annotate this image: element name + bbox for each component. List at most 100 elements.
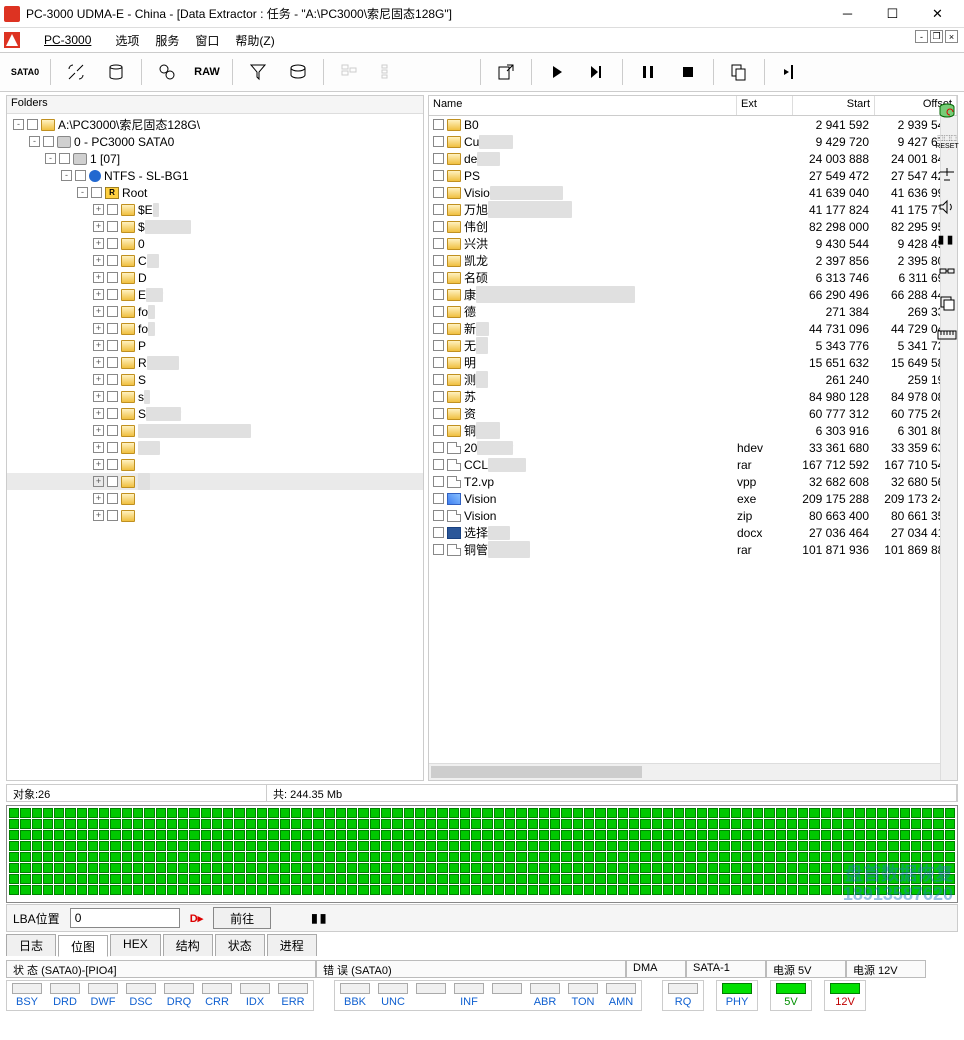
checkbox[interactable] (59, 153, 70, 164)
list-item[interactable]: 资 60 777 31260 775 264 (429, 405, 957, 422)
reset-button[interactable]: ⬚⬚⬚RESET (936, 132, 958, 154)
tab-进程[interactable]: 进程 (267, 934, 317, 956)
file-list[interactable]: B0 2 941 5922 939 544Cu 703249 429 7209 … (429, 116, 957, 763)
tab-结构[interactable]: 结构 (163, 934, 213, 956)
tree-row[interactable]: +fo 0 (7, 303, 423, 320)
tree-row[interactable]: +R Demo (7, 354, 423, 371)
col-name[interactable]: Name (429, 96, 737, 115)
checkbox[interactable] (107, 408, 118, 419)
list-item[interactable]: 德 271 384269 336 (429, 303, 957, 320)
checkbox[interactable] (433, 238, 444, 249)
checkbox[interactable] (107, 340, 118, 351)
menu-options[interactable]: 选项 (107, 30, 147, 51)
checkbox[interactable] (433, 255, 444, 266)
tree-row[interactable]: +0 (7, 235, 423, 252)
checkbox[interactable] (433, 357, 444, 368)
checkbox[interactable] (433, 170, 444, 181)
checkbox[interactable] (433, 187, 444, 198)
tree-row[interactable]: +D (7, 269, 423, 286)
checkbox[interactable] (107, 272, 118, 283)
checkbox[interactable] (107, 323, 118, 334)
mdi-restore[interactable]: ❐ (930, 30, 943, 43)
expand-toggle[interactable]: + (93, 255, 104, 266)
tree-row[interactable]: -NTFS - SL-BG1 (7, 167, 423, 184)
tree-row[interactable]: +s y (7, 388, 423, 405)
list-item[interactable]: 铜管 高度.rarrar101 871 936101 869 888 (429, 541, 957, 558)
tab-日志[interactable]: 日志 (6, 934, 56, 956)
checkbox[interactable] (107, 306, 118, 317)
expand-toggle[interactable]: + (93, 204, 104, 215)
tree-row[interactable]: + n Volume Information (7, 422, 423, 439)
checkbox[interactable] (91, 187, 102, 198)
checkbox[interactable] (107, 204, 118, 215)
list-item[interactable]: de ning24 003 88824 001 840 (429, 150, 957, 167)
menu-service[interactable]: 服务 (147, 30, 187, 51)
expand-toggle[interactable]: + (93, 374, 104, 385)
list-item[interactable]: 20 2.hdevhdev33 361 68033 359 632 (429, 439, 957, 456)
checkbox[interactable] (433, 544, 444, 555)
list-item[interactable]: 伟创 82 298 00082 295 952 (429, 218, 957, 235)
expand-toggle[interactable]: + (93, 221, 104, 232)
checkbox[interactable] (433, 527, 444, 538)
checkbox[interactable] (433, 374, 444, 385)
expand-toggle[interactable]: + (93, 323, 104, 334)
tree-row[interactable]: +$E d (7, 201, 423, 218)
expand-toggle[interactable]: - (45, 153, 56, 164)
list-item[interactable]: 明 15 651 63215 649 584 (429, 354, 957, 371)
list-item[interactable]: 万旭 州）大范围读码41 177 82441 175 776 (429, 201, 957, 218)
maximize-button[interactable]: ☐ (870, 0, 915, 28)
checkbox[interactable] (433, 306, 444, 317)
checkbox[interactable] (433, 442, 444, 453)
list-item[interactable]: CCL 324.rarrar167 712 592167 710 544 (429, 456, 957, 473)
folder-tree[interactable]: -A:\PC3000\索尼固态128G\-0 - PC3000 SATA0-1 … (7, 114, 423, 780)
play-button[interactable] (538, 56, 576, 88)
lba-input[interactable] (70, 908, 180, 928)
checkbox[interactable] (433, 408, 444, 419)
raw-button[interactable]: RAW (188, 56, 226, 88)
list-item[interactable]: 选择 .ocxdocx27 036 46427 034 416 (429, 524, 957, 541)
list-item[interactable]: 苏 84 980 12884 978 080 (429, 388, 957, 405)
tree-row[interactable]: +fo 1 (7, 320, 423, 337)
tree-row[interactable]: -A:\PC3000\索尼固态128G\ (7, 116, 423, 133)
col-start[interactable]: Start (793, 96, 875, 115)
checkbox[interactable] (107, 476, 118, 487)
checkbox[interactable] (433, 153, 444, 164)
list-item[interactable]: Vision exe209 175 288209 173 240 (429, 490, 957, 507)
pause-side-icon[interactable]: ▮▮ (936, 228, 958, 250)
checkbox[interactable] (107, 510, 118, 521)
expand-toggle[interactable]: + (93, 289, 104, 300)
pause-icon[interactable]: ▮▮ (311, 911, 328, 925)
close-button[interactable]: ✕ (915, 0, 960, 28)
tab-位图[interactable]: 位图 (58, 935, 108, 957)
checkbox[interactable] (433, 340, 444, 351)
tab-HEX[interactable]: HEX (110, 934, 161, 956)
list-item[interactable]: Vision zip80 663 40080 661 352 (429, 507, 957, 524)
checkbox[interactable] (433, 221, 444, 232)
expand-toggle[interactable]: + (93, 425, 104, 436)
link-icon[interactable] (936, 260, 958, 282)
ruler-icon[interactable] (936, 324, 958, 346)
sata-port-button[interactable]: SATA0 (6, 56, 44, 88)
checkbox[interactable] (75, 170, 86, 181)
list-item[interactable]: 无 义5 343 7765 341 728 (429, 337, 957, 354)
checkbox[interactable] (433, 493, 444, 504)
h-scrollbar[interactable] (429, 763, 957, 780)
expand-toggle[interactable]: - (29, 136, 40, 147)
filter-button[interactable] (239, 56, 277, 88)
list-item[interactable]: 名硕 6 313 7466 311 698 (429, 269, 957, 286)
checkbox[interactable] (107, 221, 118, 232)
col-ext[interactable]: Ext (737, 96, 793, 115)
checkbox[interactable] (433, 391, 444, 402)
tree-row[interactable]: + (7, 490, 423, 507)
mdi-close[interactable]: × (945, 30, 958, 43)
expand-toggle[interactable]: + (93, 476, 104, 487)
layers-icon[interactable] (936, 292, 958, 314)
expand-toggle[interactable]: - (13, 119, 24, 130)
expand-toggle[interactable]: + (93, 408, 104, 419)
tree-row[interactable]: + (7, 507, 423, 524)
menu-help[interactable]: 帮助(Z) (227, 30, 282, 51)
export-button[interactable] (487, 56, 525, 88)
checkbox[interactable] (433, 204, 444, 215)
tab-状态[interactable]: 状态 (215, 934, 265, 956)
tree-row[interactable]: +$ CLE.BIN (7, 218, 423, 235)
